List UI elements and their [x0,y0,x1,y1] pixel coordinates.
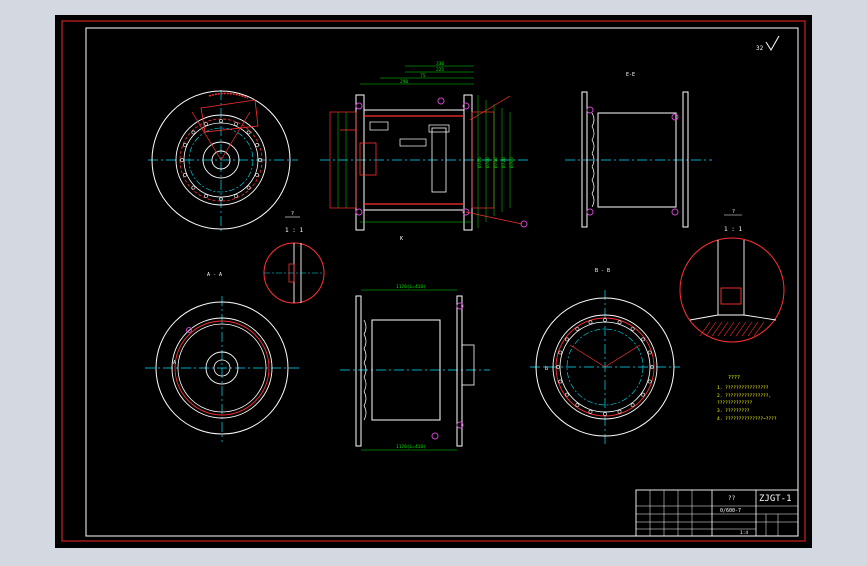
scale-value: 1:4 [740,530,748,536]
dim-dia-3: Ø740 [492,157,499,168]
note-item-1: 1. ???????????????? [717,385,769,391]
side-view-label: E-E [626,72,635,78]
marker-a-left: A [173,360,176,366]
cad-drawing-canvas: 32 K 330 225 75 290 Ø780 Ø760 Ø740 Ø720 … [55,15,812,548]
marker-b-left: B [545,366,548,372]
detail-right-id: ? [732,209,735,215]
roughness-value: 32 [756,45,764,52]
dim-top-2: 225 [436,67,444,73]
drawing-number: ZJGT-1 [759,494,792,504]
note-item-5: 4. ??????????????~???? [717,416,777,422]
detail-left-id: ? [291,211,294,217]
cad-drawing-window: 32 K 330 225 75 290 Ø780 Ø760 Ø740 Ø720 … [0,0,867,562]
view-a-title: A - A [207,272,222,278]
dim-dia-4: Ø720 [500,157,507,168]
note-item-3: ????????????? [717,400,753,406]
notes-title: ???? [728,375,740,381]
dim-dia-5: Ø700 [508,157,515,168]
note-item-4: 3. ????????? [717,408,750,414]
barrel-dim-top: 1170(L=410) [396,284,426,290]
drawing-sheet [55,15,812,548]
detail-right-scale: 1 : 1 [724,226,742,233]
view-b-title: B - B [595,268,610,274]
dim-top-3: 75 [420,73,426,79]
part-code: 0/600-7 [720,508,741,514]
detail-left-scale: 1 : 1 [285,227,303,234]
note-item-2: 2. ????????????????, [717,393,771,399]
dim-dia-2: Ø760 [484,157,491,168]
dim-top-1: 330 [436,61,444,67]
dim-top-4: 290 [400,79,408,85]
dim-dia-1: Ø780 [476,157,483,168]
title-name: ?? [728,495,736,502]
section-k-label: K [400,236,403,242]
barrel-dim-bottom: 1170(L=410) [396,444,426,450]
